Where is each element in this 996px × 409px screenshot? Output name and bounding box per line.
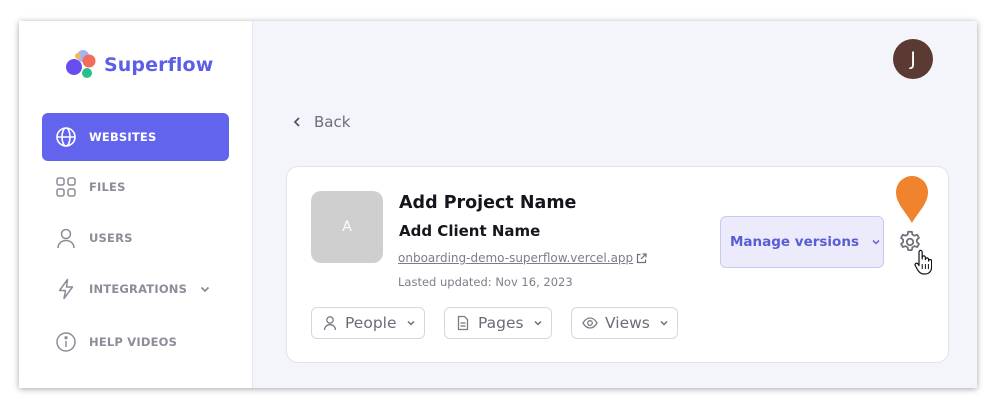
sidebar-item-label: WEBSITES (89, 130, 157, 144)
globe-icon (55, 126, 77, 148)
sidebar-item-websites[interactable]: WEBSITES (42, 113, 229, 161)
sidebar-item-help-videos[interactable]: HELP VIDEOS (42, 318, 229, 366)
manage-versions-label: Manage versions (730, 234, 859, 250)
client-name[interactable]: Add Client Name (399, 222, 540, 240)
sidebar: Superflow WEBSITES FILES USERS INTEGRATI… (19, 21, 253, 388)
avatar[interactable]: J (893, 39, 933, 79)
manage-versions-button[interactable]: Manage versions (720, 216, 884, 268)
last-updated: Lasted updated: Nov 16, 2023 (398, 275, 573, 289)
brand-name: Superflow (104, 54, 214, 76)
location-marker-icon (896, 176, 928, 223)
project-thumbnail[interactable]: A (311, 191, 383, 263)
project-url-link[interactable]: onboarding-demo-superflow.vercel.app (398, 251, 647, 265)
sidebar-item-label: USERS (89, 231, 133, 245)
sidebar-item-files[interactable]: FILES (42, 163, 229, 211)
sidebar-item-label: HELP VIDEOS (89, 335, 178, 349)
user-icon (55, 227, 77, 249)
views-dropdown[interactable]: Views (571, 307, 678, 339)
chevron-down-icon (406, 320, 415, 326)
project-name[interactable]: Add Project Name (399, 193, 576, 213)
chevron-down-icon (660, 320, 668, 326)
external-link-icon (637, 252, 647, 263)
eye-icon (582, 315, 598, 331)
hand-cursor-icon (914, 249, 932, 275)
sidebar-item-label: INTEGRATIONS (89, 282, 188, 296)
chevron-left-icon (293, 117, 300, 127)
back-label: Back (314, 113, 351, 131)
project-card: A Add Project Name Add Client Name onboa… (286, 166, 949, 363)
thumbnail-letter: A (342, 219, 352, 235)
lightning-icon (55, 278, 77, 300)
brand-logo[interactable]: Superflow (62, 46, 213, 84)
grid-icon (55, 176, 77, 198)
project-url: onboarding-demo-superflow.vercel.app (398, 251, 634, 265)
pages-dropdown[interactable]: Pages (444, 307, 552, 339)
chevron-down-icon (872, 239, 880, 245)
avatar-initial: J (910, 48, 916, 70)
sidebar-item-integrations[interactable]: INTEGRATIONS (42, 265, 229, 313)
document-icon (455, 315, 471, 331)
pages-label: Pages (478, 314, 524, 332)
user-icon (322, 315, 338, 331)
back-button[interactable]: Back (292, 113, 350, 131)
views-label: Views (605, 314, 650, 332)
app-window: Superflow WEBSITES FILES USERS INTEGRATI… (19, 21, 977, 388)
chevron-down-icon (534, 320, 542, 326)
superflow-logo-icon (66, 50, 96, 78)
chevron-down-icon[interactable] (199, 283, 211, 295)
info-icon (55, 331, 77, 353)
people-dropdown[interactable]: People (311, 307, 425, 339)
sidebar-item-label: FILES (89, 180, 126, 194)
people-label: People (345, 314, 397, 332)
sidebar-item-users[interactable]: USERS (42, 214, 229, 262)
